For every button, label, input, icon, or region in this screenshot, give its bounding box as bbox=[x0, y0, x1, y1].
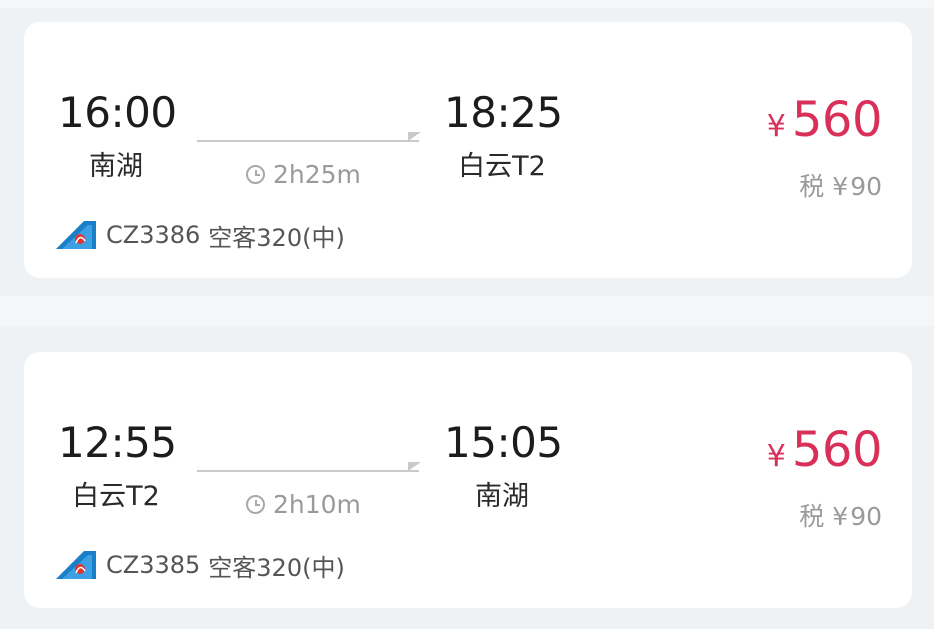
duration-text: 2h25m bbox=[273, 159, 361, 189]
flight-duration: 2h25m bbox=[246, 159, 361, 189]
flight-info: CZ3385 空客320(中) bbox=[54, 548, 345, 582]
price: ¥ 560 bbox=[766, 422, 883, 478]
price-amount: 560 bbox=[791, 422, 883, 478]
arrival-time: 18:25 bbox=[444, 88, 563, 137]
arrival-time: 15:05 bbox=[444, 418, 563, 467]
aircraft-type: 空客320(中) bbox=[208, 223, 345, 252]
flight-number: CZ3386 bbox=[106, 221, 201, 249]
flight-duration: 2h10m bbox=[246, 489, 361, 519]
flight-info: CZ3386 空客320(中) bbox=[54, 218, 345, 252]
tax-amount: 90 bbox=[850, 172, 882, 201]
duration-text: 2h10m bbox=[273, 489, 361, 519]
price: ¥ 560 bbox=[766, 92, 883, 148]
route-line bbox=[197, 470, 419, 472]
flight-number: CZ3385 bbox=[106, 551, 201, 579]
arrival-airport: 南湖 bbox=[475, 481, 529, 512]
departure-time: 12:55 bbox=[58, 418, 177, 467]
top-band bbox=[0, 0, 934, 8]
route-arrow-icon bbox=[408, 462, 421, 471]
price-currency: ¥ bbox=[766, 109, 786, 144]
flight-card[interactable]: 12:55 白云T2 2h10m 15:05 南湖 CZ3385 空客320(中… bbox=[24, 352, 912, 608]
aircraft-type: 空客320(中) bbox=[208, 553, 345, 582]
separator-band bbox=[0, 296, 934, 326]
airline-logo-icon bbox=[56, 221, 96, 249]
tax-currency: ¥ bbox=[832, 502, 849, 531]
tax-currency: ¥ bbox=[832, 172, 849, 201]
tax-label: 税 bbox=[799, 172, 825, 201]
route-line bbox=[197, 140, 419, 142]
price-amount: 560 bbox=[791, 92, 883, 148]
clock-icon bbox=[246, 164, 265, 184]
departure-airport: 南湖 bbox=[89, 151, 143, 182]
arrival-airport: 白云T2 bbox=[458, 151, 546, 182]
route-arrow-icon bbox=[408, 132, 421, 141]
tax-amount: 90 bbox=[850, 502, 882, 531]
tax: 税 ¥ 90 bbox=[799, 174, 882, 199]
flight-card[interactable]: 16:00 南湖 2h25m 18:25 白云T2 CZ3386 空客320(中… bbox=[24, 22, 912, 278]
price-currency: ¥ bbox=[766, 439, 786, 474]
departure-airport: 白云T2 bbox=[72, 481, 160, 512]
tax-label: 税 bbox=[799, 502, 825, 531]
airline-logo-icon bbox=[56, 551, 96, 579]
departure-time: 16:00 bbox=[58, 88, 177, 137]
tax: 税 ¥ 90 bbox=[799, 504, 882, 529]
clock-icon bbox=[246, 494, 265, 514]
